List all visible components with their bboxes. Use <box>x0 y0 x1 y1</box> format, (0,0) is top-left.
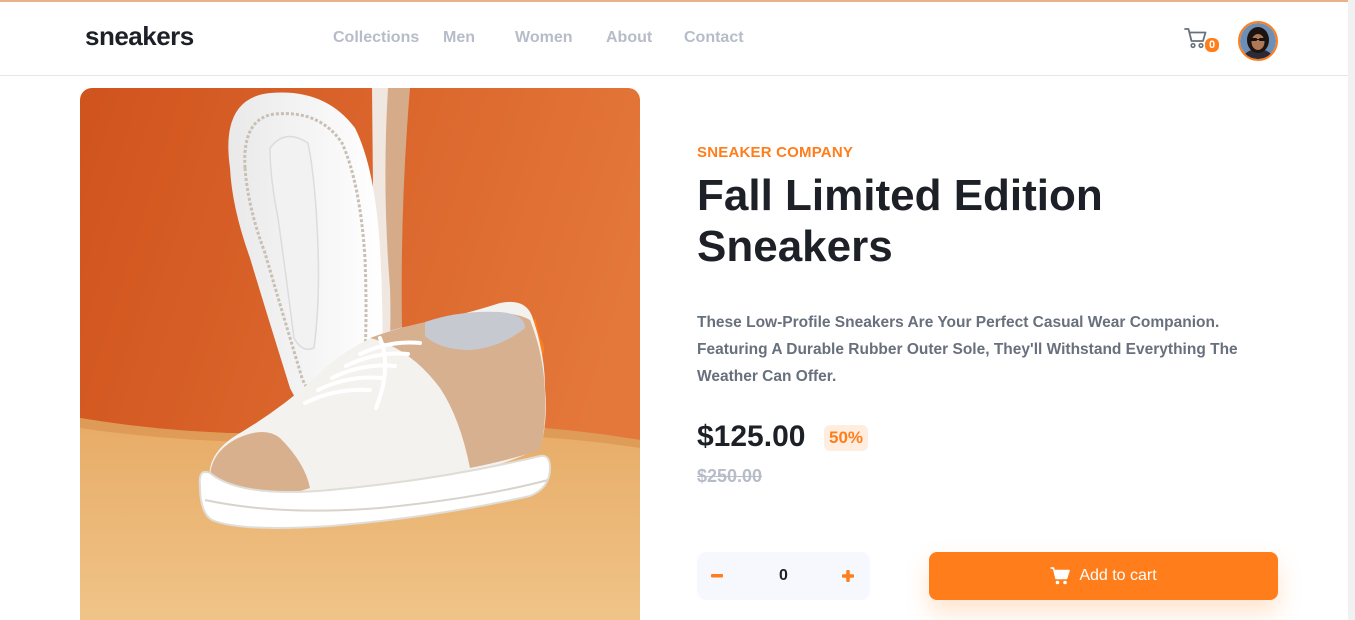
scrollbar[interactable] <box>1348 0 1355 620</box>
nav-item-about[interactable]: About <box>606 29 652 47</box>
cart-button[interactable]: 0 <box>1184 27 1220 57</box>
nav-item-women[interactable]: Women <box>515 29 572 47</box>
product-title: Fall Limited Edition Sneakers <box>697 171 1103 271</box>
cart-icon <box>1050 567 1071 585</box>
add-to-cart-button[interactable]: Add to cart <box>929 552 1278 600</box>
quantity-increase-button[interactable] <box>828 552 868 600</box>
company-label: SNEAKER COMPANY <box>697 144 854 161</box>
minus-icon <box>711 574 723 578</box>
logo[interactable]: sneakers <box>85 21 194 52</box>
nav-item-collections[interactable]: Collections <box>333 29 419 47</box>
discount-badge: 50% <box>824 425 869 451</box>
sneaker-product-photo <box>80 88 640 620</box>
quantity-value[interactable]: 0 <box>757 552 810 600</box>
product-image[interactable] <box>80 88 640 620</box>
quantity-stepper: 0 <box>697 552 870 600</box>
avatar[interactable] <box>1238 21 1278 61</box>
nav-item-men[interactable]: Men <box>443 29 475 47</box>
quantity-decrease-button[interactable] <box>697 552 737 600</box>
nav-item-contact[interactable]: Contact <box>684 29 744 47</box>
current-price: $125.00 <box>697 420 806 453</box>
original-price: $250.00 <box>697 466 763 486</box>
product-description: These Low-Profile Sneakers Are Your Perf… <box>697 314 1238 385</box>
add-to-cart-label: Add to cart <box>1079 567 1157 584</box>
user-avatar-icon <box>1240 23 1276 59</box>
plus-icon <box>842 570 854 582</box>
cart-count-badge: 0 <box>1204 37 1220 53</box>
site-header: sneakers Collections Men Women About Con… <box>0 2 1348 76</box>
